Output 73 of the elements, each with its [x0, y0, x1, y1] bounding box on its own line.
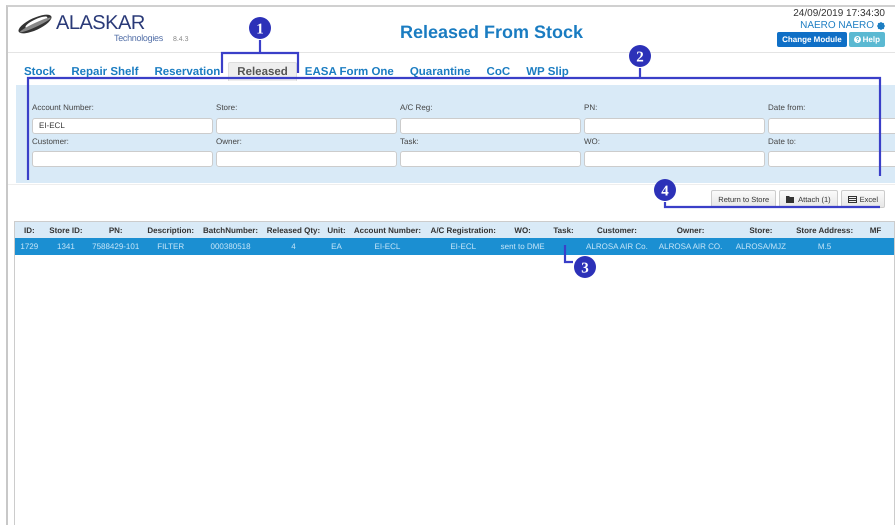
table-cell: 000380518: [198, 238, 263, 255]
column-header[interactable]: A/C Registration:: [426, 222, 501, 238]
tab[interactable]: Reservation: [146, 63, 228, 81]
column-header[interactable]: Store Address:: [792, 222, 858, 238]
table-cell: sent to DME: [500, 238, 545, 255]
table-cell: M.5: [792, 238, 858, 255]
column-header[interactable]: Customer:: [582, 222, 652, 238]
field-label: PN:: [584, 103, 598, 112]
logo-subtitle: Technologies: [114, 33, 163, 43]
table-cell: 4: [262, 238, 324, 255]
column-header[interactable]: WO:: [500, 222, 545, 238]
callout-line: [564, 245, 573, 264]
input-field[interactable]: [216, 118, 397, 134]
field-label: Customer:: [32, 136, 70, 146]
field-label: A/C Reg:: [400, 103, 434, 112]
field-label: WO:: [584, 136, 601, 146]
column-header[interactable]: Store:: [730, 222, 792, 238]
column-header[interactable]: Unit:: [324, 222, 350, 238]
tab[interactable]: EASA Form One: [296, 63, 402, 81]
column-header[interactable]: Released Qty:: [262, 222, 324, 238]
step-marker: 4: [654, 179, 676, 201]
input-field[interactable]: [216, 151, 397, 167]
table-cell: ALROSA AIR Co.: [582, 238, 652, 255]
column-header[interactable]: PN:: [88, 222, 144, 238]
table-cell: ALROSA/MJZ: [730, 238, 792, 255]
column-header[interactable]: Account Number:: [349, 222, 426, 238]
tab[interactable]: Quarantine: [402, 63, 479, 81]
tab[interactable]: Stock: [16, 63, 64, 81]
table-cell: EA: [324, 238, 350, 255]
column-header[interactable]: Store ID:: [44, 222, 88, 238]
column-header[interactable]: Task:: [544, 222, 582, 238]
input-field[interactable]: [584, 151, 765, 167]
column-header[interactable]: BatchNumber:: [198, 222, 263, 238]
column-header[interactable]: Owner:: [652, 222, 730, 238]
input-field[interactable]: [400, 118, 581, 134]
folder-icon: [786, 196, 796, 202]
field-label: Date to:: [768, 136, 798, 146]
table-cell: FILTER: [143, 238, 198, 255]
table-cell: EI-ECL: [426, 238, 501, 255]
field-label: Store:: [216, 103, 238, 112]
input-field[interactable]: [768, 118, 895, 134]
gear-icon[interactable]: [877, 22, 885, 30]
table-cell: 1341: [44, 238, 88, 255]
table-cell: ALROSA AIR CO.: [652, 238, 730, 255]
table-cell: 1729: [15, 238, 44, 255]
date-time: 24/09/2019 17:34:30: [793, 8, 885, 19]
table-cell: 7588429-101: [88, 238, 144, 255]
user-name[interactable]: NAERO NAERO: [800, 20, 874, 31]
input-field[interactable]: [584, 118, 765, 134]
input-field[interactable]: EI-ECL: [32, 118, 213, 134]
step-marker: 2: [629, 45, 651, 67]
table-icon: [848, 196, 857, 202]
help-icon: [854, 36, 861, 43]
tab[interactable]: CoC: [478, 63, 518, 81]
field-label: Date from:: [768, 103, 806, 112]
field-label: Task:: [400, 136, 420, 146]
column-header[interactable]: ID:: [15, 222, 44, 238]
column-header[interactable]: Description:: [143, 222, 198, 238]
input-field[interactable]: [400, 151, 581, 167]
field-label: Owner:: [216, 136, 243, 146]
tab[interactable]: Repair Shelf: [63, 63, 146, 81]
table-cell: EI-ECL: [349, 238, 426, 255]
logo-icon: [16, 13, 54, 35]
step-marker: 1: [249, 17, 271, 39]
logo-wordmark: ALASKAR: [56, 13, 146, 33]
tab[interactable]: WP Slip: [518, 63, 577, 81]
input-field[interactable]: [32, 151, 213, 167]
input-field[interactable]: [768, 151, 895, 167]
step-marker: 3: [574, 256, 596, 278]
change-module-button[interactable]: Change Module: [777, 32, 847, 47]
page-title: Released From Stock: [399, 21, 584, 43]
field-label: Account Number:: [32, 103, 95, 112]
column-header[interactable]: MF: [857, 222, 894, 238]
